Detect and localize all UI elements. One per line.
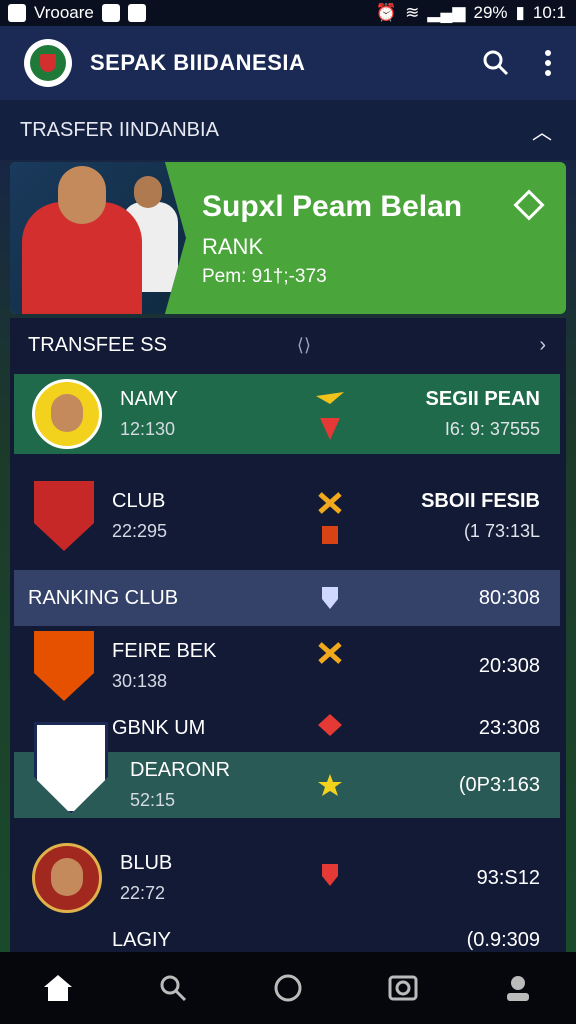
row-right-value: (0.9:309 (466, 928, 540, 951)
club-mark-icon (318, 714, 342, 736)
status-bar: Vrooare ⏰ ≋ ▂▄▆ 29% ▮ 10:1 (0, 0, 576, 26)
ranking-header[interactable]: RANKING CLUB 80:308 (14, 570, 560, 626)
app-notification-icon-2 (101, 4, 120, 22)
row-name: CLUB (112, 490, 166, 512)
app-notification-icon-3 (127, 4, 146, 22)
transfer-row-2[interactable]: CLUB 22:295 SBOII FESIB (1 73:13L (14, 474, 560, 558)
shield-icon (322, 587, 338, 609)
club-badge (32, 843, 102, 913)
club-badge (32, 379, 102, 449)
app-title: SEPAK BIIDANESIA (90, 50, 306, 75)
row-name: NAMY (120, 388, 178, 410)
wifi-icon: ≋ (405, 3, 420, 22)
hero-subtitle: RANK (202, 234, 264, 259)
row-value: 30:138 (112, 671, 168, 691)
row-right-title: SBOII FESIB (421, 490, 540, 512)
player-photo (10, 162, 186, 314)
row-value: 22:72 (120, 883, 166, 903)
section-title: TRASFER IINDANBIA (20, 118, 219, 141)
player-head (58, 166, 106, 224)
app-bar: SEPAK BIIDANESIA (0, 26, 576, 100)
ranking-title: RANKING CLUB (28, 586, 179, 609)
home-icon[interactable] (40, 970, 76, 1006)
player-head-2 (134, 176, 162, 208)
cross-icon (318, 492, 342, 514)
row-value: 22:295 (112, 521, 168, 541)
chevron-up-icon[interactable]: ︿ (532, 116, 552, 145)
club-badge (34, 631, 94, 701)
row-name: GBNK UM (112, 716, 206, 739)
cross-icon (318, 642, 342, 664)
diamond-icon[interactable] (513, 189, 545, 221)
signal-icon: ▂▄▆ (427, 3, 466, 22)
app-logo (24, 39, 72, 87)
ranking-header-value: 80:308 (478, 586, 540, 609)
ranking-row-1[interactable]: FEIRE BEK 30:138 20:308 (14, 628, 560, 704)
hero-card[interactable]: Supxl Peam Belan RANK Pem: 91†;-373 (10, 162, 566, 314)
row-right-value: 23:308 (478, 716, 540, 739)
search-icon[interactable] (155, 970, 191, 1006)
row-value: 52:15 (130, 790, 176, 810)
row-right-value: 93:S12 (476, 866, 540, 889)
profile-icon[interactable] (500, 970, 536, 1006)
alarm-icon: ⏰ (375, 3, 398, 22)
chevron-right-icon[interactable]: › (539, 334, 546, 357)
row-name: LAGIY (112, 928, 171, 951)
row-right-value: (0P3:163 (458, 773, 540, 796)
section-header[interactable]: TRASFER IINDANBIA ︿ (0, 100, 576, 160)
hero-title: Supxl Peam Belan (202, 190, 463, 223)
search-icon[interactable] (482, 49, 510, 77)
transfer-marker-icon (320, 418, 340, 440)
camera-icon[interactable] (385, 970, 421, 1006)
transfer-arrow-icon (316, 392, 344, 404)
row-right-value: I6: 9: 37555 (444, 419, 540, 439)
transfers-title: TRANSFEE SS (28, 333, 167, 356)
ranking-row-4[interactable]: BLUB 22:72 93:S12 (14, 838, 560, 918)
clock: 10:1 (532, 3, 566, 22)
swap-icon[interactable]: ⟨⟩ (297, 335, 311, 356)
club-badge (34, 481, 94, 551)
row-name: BLUB (120, 852, 173, 874)
bottom-nav (0, 952, 576, 1024)
row-right-value: (1 73:13L (463, 521, 540, 541)
row-right-value: 20:308 (478, 654, 540, 677)
transfers-header[interactable]: TRANSFEE SS ⟨⟩ › (10, 318, 566, 372)
row-name: DEARONR (130, 759, 231, 781)
battery-text: 29% (473, 3, 508, 22)
ranking-row-5[interactable]: LAGIY (0.9:309 (14, 928, 560, 952)
hero-stats: Pem: 91†;-373 (202, 266, 327, 287)
app-notification-icon (8, 4, 26, 22)
row-right-title: SEGII PEAN (425, 388, 540, 410)
more-vert-icon[interactable] (544, 49, 552, 77)
circle-icon[interactable] (270, 970, 306, 1006)
status-left-text: Vrooare (34, 3, 94, 22)
row-name: FEIRE BEK (112, 640, 217, 662)
transfer-row-1[interactable]: NAMY 12:130 SEGII PEAN I6: 9: 37555 (14, 374, 560, 454)
row-value: 12:130 (120, 419, 176, 439)
club-mark-icon (322, 864, 338, 886)
star-icon (318, 774, 342, 796)
club-mark-icon (322, 526, 338, 544)
battery-icon: ▮ (515, 3, 525, 22)
